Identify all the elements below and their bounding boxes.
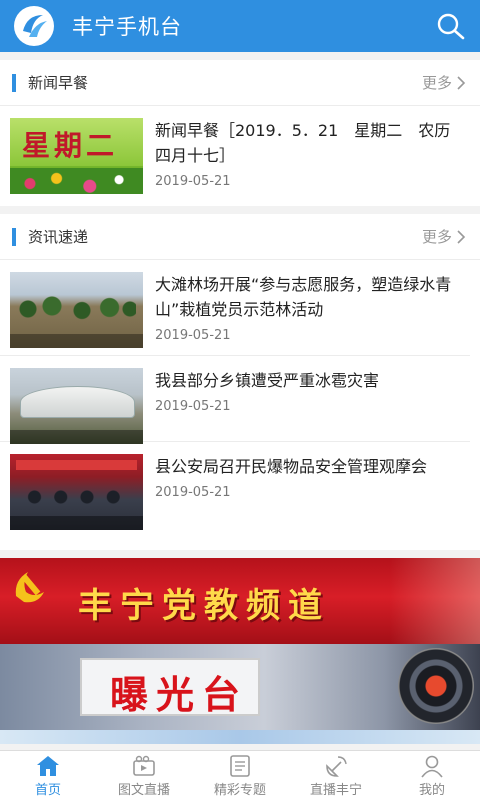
chevron-right-icon [457, 75, 466, 90]
bottom-tab-bar: 首页 图文直播 精彩专题 直播丰宁 我的 [0, 750, 480, 800]
banner-party-channel[interactable]: 丰宁党教频道 [0, 558, 480, 644]
more-link[interactable]: 更多 [422, 72, 466, 93]
search-icon[interactable] [436, 12, 466, 42]
news-item[interactable]: 大滩林场开展“参与志愿服务，塑造绿水青山”栽植党员示范林活动 2019-05-2… [0, 260, 470, 356]
news-date: 2019-05-21 [155, 174, 231, 189]
banner-exposure[interactable]: 曝光台 [0, 644, 480, 730]
camera-icon [133, 755, 155, 776]
section-title: 资讯速递 [28, 228, 89, 246]
satellite-icon [326, 755, 347, 777]
news-thumbnail [10, 272, 143, 348]
hammer-sickle-icon [15, 572, 44, 603]
news-item[interactable]: 县公安局召开民爆物品安全管理观摩会 2019-05-21 [0, 442, 470, 550]
news-item[interactable]: 我县部分乡镇遭受严重冰雹灾害 2019-05-21 [0, 356, 470, 444]
news-title: 我县部分乡镇遭受严重冰雹灾害 [155, 371, 380, 390]
thumbnail-caption: 星期二 [22, 129, 119, 162]
news-date: 2019-05-21 [155, 328, 231, 343]
camera-lens-icon [398, 648, 474, 724]
section-header: 资讯速递 更多 [0, 214, 480, 260]
app-logo [14, 6, 54, 46]
tab-topics[interactable]: 精彩专题 [192, 751, 288, 800]
book-icon [230, 754, 250, 777]
tab-mine[interactable]: 我的 [384, 751, 480, 800]
section-marker [12, 227, 16, 246]
tab-live-fengning[interactable]: 直播丰宁 [288, 751, 384, 800]
home-icon [37, 755, 59, 776]
section-news-breakfast: 新闻早餐 更多 星期二 新闻早餐［2019．5．21 星期二 农历四月十七］ 2… [0, 60, 480, 206]
news-title: 大滩林场开展“参与志愿服务，塑造绿水青山”栽植党员示范林活动 [155, 275, 452, 319]
section-header: 新闻早餐 更多 [0, 60, 480, 106]
section-news-express: 资讯速递 更多 大滩林场开展“参与志愿服务，塑造绿水青山”栽植党员示范林活动 2… [0, 214, 480, 550]
user-icon [421, 755, 443, 778]
news-date: 2019-05-21 [155, 485, 231, 500]
banner-title: 曝光台 [110, 672, 249, 717]
banner-title: 丰宁党教频道 [78, 586, 330, 626]
news-title: 新闻早餐［2019．5．21 星期二 农历四月十七］ [155, 121, 451, 165]
news-thumbnail: 星期二 [10, 118, 143, 194]
section-title: 新闻早餐 [28, 74, 89, 92]
app-title: 丰宁手机台 [72, 15, 182, 39]
news-thumbnail [10, 454, 143, 530]
tab-home[interactable]: 首页 [0, 751, 96, 800]
news-date: 2019-05-21 [155, 399, 231, 414]
more-link[interactable]: 更多 [422, 226, 466, 247]
chevron-right-icon [457, 229, 466, 244]
tab-live-text[interactable]: 图文直播 [96, 751, 192, 800]
news-thumbnail [10, 368, 143, 444]
banner-partial [0, 730, 480, 744]
feed[interactable]: 新闻早餐 更多 星期二 新闻早餐［2019．5．21 星期二 农历四月十七］ 2… [0, 52, 480, 750]
news-item[interactable]: 星期二 新闻早餐［2019．5．21 星期二 农历四月十七］ 2019-05-2… [0, 106, 470, 206]
top-bar: 丰宁手机台 [0, 0, 480, 52]
news-title: 县公安局召开民爆物品安全管理观摩会 [155, 457, 428, 476]
section-marker [12, 73, 16, 92]
